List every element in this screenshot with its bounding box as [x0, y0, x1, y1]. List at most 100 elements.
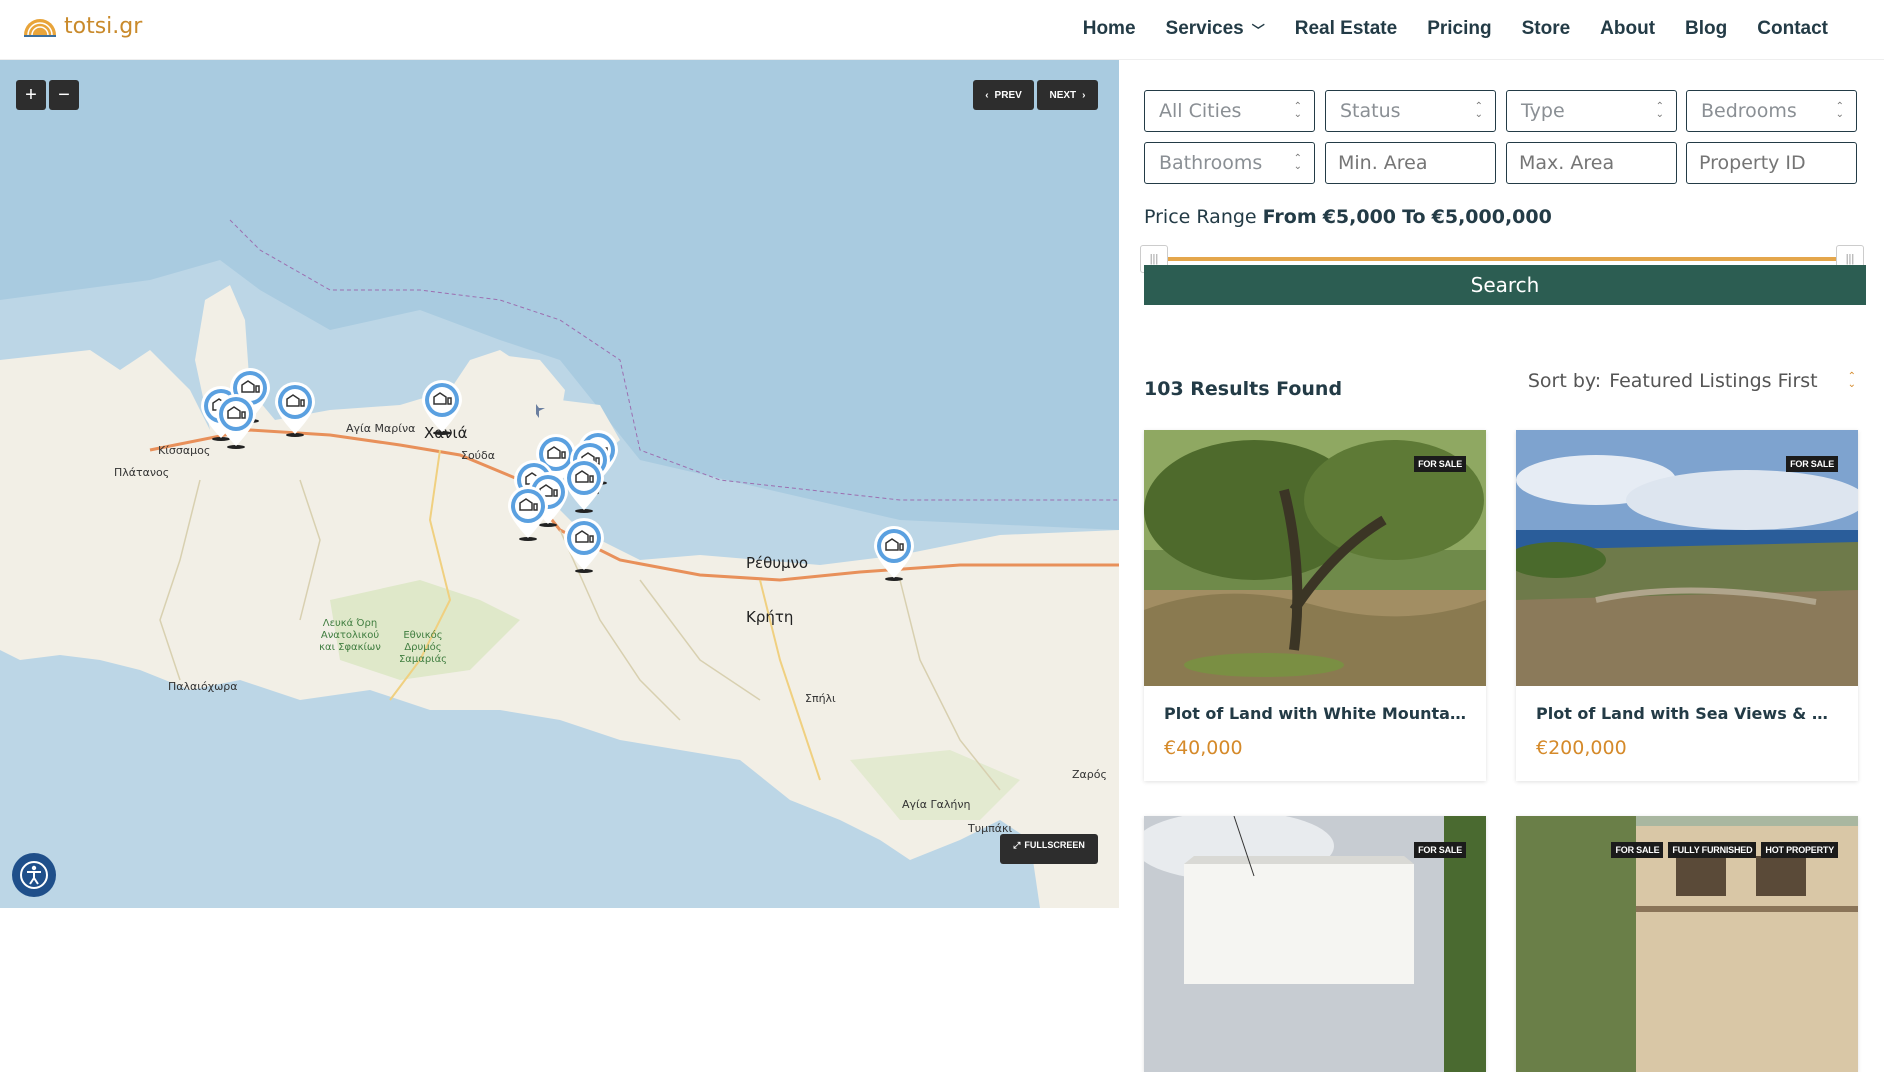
map-label-agia-marina: Αγία Μαρίνα — [346, 422, 416, 435]
select-arrows-icon: ⌃ ⌄ — [1835, 101, 1844, 120]
search-button[interactable]: Search — [1144, 265, 1866, 305]
listing-photo[interactable]: FOR SALE FULLY FURNISHED HOT PROPERTY — [1516, 816, 1858, 1072]
nav-store-label: Store — [1521, 18, 1571, 39]
listing-photo[interactable]: FOR SALE — [1144, 816, 1486, 1072]
price-from-value: €5,000 — [1322, 206, 1397, 228]
plus-icon: + — [25, 83, 37, 106]
listing-card[interactable]: FOR SALE Plot of Land with White Mountai… — [1144, 430, 1486, 781]
max-area-input-box[interactable] — [1506, 142, 1677, 184]
listing-title[interactable]: Plot of Land with White Mountain Views — [1144, 686, 1486, 723]
expand-icon: ⤢ — [1013, 840, 1021, 850]
listing-photo[interactable]: FOR SALE — [1144, 430, 1486, 686]
type-select-value: Type — [1521, 100, 1565, 122]
select-arrows-icon: ⌃ ⌄ — [1293, 101, 1302, 120]
chevron-down-icon: ﹀ — [1251, 22, 1265, 38]
map-marker[interactable] — [273, 380, 317, 438]
nav-store[interactable]: Store — [1522, 18, 1571, 40]
select-arrows-icon: ⌃ ⌄ — [1474, 101, 1483, 120]
badge-row: FOR SALE — [1786, 456, 1838, 472]
next-label: NEXT — [1049, 89, 1077, 101]
map-label-paleochora: Παλαιόχωρα — [168, 680, 238, 693]
zoom-out-button[interactable]: − — [49, 80, 79, 110]
listing-card[interactable]: FOR SALE FULLY FURNISHED HOT PROPERTY — [1516, 816, 1858, 1072]
accessibility-icon — [20, 861, 48, 889]
map-marker[interactable] — [506, 484, 550, 542]
chevron-left-icon: ‹ — [985, 89, 989, 101]
fullscreen-button[interactable]: ⤢ FULLSCREEN — [1000, 834, 1098, 864]
map-label-kriti: Κρήτη — [746, 608, 794, 626]
prev-label: PREV — [994, 89, 1022, 101]
fullscreen-label: FULLSCREEN — [1024, 840, 1085, 850]
furnished-badge: FULLY FURNISHED — [1668, 842, 1757, 858]
property-id-input[interactable] — [1699, 152, 1856, 174]
bedrooms-select-value: Bedrooms — [1701, 100, 1797, 122]
badge-row: FOR SALE FULLY FURNISHED HOT PROPERTY — [1611, 842, 1838, 858]
sunrise-logo-icon — [24, 18, 56, 37]
hot-property-badge: HOT PROPERTY — [1761, 842, 1838, 858]
nav-about[interactable]: About — [1600, 18, 1655, 40]
logo-text: totsi.gr — [64, 14, 143, 39]
map-label-spili: Σπήλι — [805, 692, 836, 705]
map-marker[interactable] — [214, 392, 258, 450]
accessibility-button[interactable] — [12, 853, 56, 897]
zoom-in-button[interactable]: + — [16, 80, 46, 110]
sort-select[interactable]: Sort by: Featured Listings First ⌃ ⌄ — [1528, 370, 1856, 392]
status-select[interactable]: Status ⌃ ⌄ — [1325, 90, 1496, 132]
bedrooms-select[interactable]: Bedrooms ⌃ ⌄ — [1686, 90, 1857, 132]
listing-card[interactable]: FOR SALE — [1144, 816, 1486, 1072]
cities-select-value: All Cities — [1159, 100, 1242, 122]
nav-home[interactable]: Home — [1083, 18, 1136, 40]
nav-pricing-label: Pricing — [1427, 18, 1492, 39]
sort-value: Featured Listings First — [1609, 370, 1818, 392]
nav-real-estate-label: Real Estate — [1294, 18, 1398, 39]
next-button[interactable]: NEXT › — [1037, 80, 1098, 110]
nav-services-label: Services — [1165, 18, 1244, 39]
map-label-national-park: Εθνικός Δρυμός Σαμαριάς — [398, 630, 448, 665]
price-slider-track[interactable] — [1152, 257, 1854, 261]
status-badge: FOR SALE — [1786, 456, 1838, 472]
property-id-input-box[interactable] — [1686, 142, 1857, 184]
property-map[interactable]: Κίσσαμος Πλάτανος Αγία Μαρίνα Χανιά Σούδ… — [0, 60, 1119, 908]
map-label-park: Λευκά Όρη Ανατολικού και Σφακίων — [319, 618, 381, 653]
min-area-input[interactable] — [1338, 152, 1495, 174]
cities-select[interactable]: All Cities ⌃ ⌄ — [1144, 90, 1315, 132]
listing-price: €40,000 — [1164, 737, 1243, 759]
bathrooms-select-value: Bathrooms — [1159, 152, 1263, 174]
map-label-agia-galini: Αγία Γαλήνη — [902, 798, 971, 811]
map-marker[interactable] — [872, 524, 916, 582]
status-badge: FOR SALE — [1414, 456, 1466, 472]
max-area-input[interactable] — [1519, 152, 1676, 174]
map-marker[interactable] — [562, 516, 606, 574]
map-marker[interactable] — [562, 456, 606, 514]
listing-photo[interactable]: FOR SALE — [1516, 430, 1858, 686]
nav-about-label: About — [1600, 18, 1656, 39]
status-badge: FOR SALE — [1611, 842, 1664, 858]
search-panel: All Cities ⌃ ⌄ Status ⌃ ⌄ Type ⌃ ⌄ Bedrooms ⌃ ⌄ … — [1120, 60, 1884, 1072]
nav-real-estate[interactable]: Real Estate — [1295, 18, 1397, 40]
nav-home-label: Home — [1082, 18, 1136, 39]
nav-services[interactable]: Services ﹀ — [1166, 18, 1265, 40]
status-select-value: Status — [1340, 100, 1401, 122]
nav-contact-label: Contact — [1757, 18, 1828, 39]
nav-blog-label: Blog — [1685, 18, 1728, 39]
prev-button[interactable]: ‹ PREV — [973, 80, 1034, 110]
bathrooms-select[interactable]: Bathrooms ⌃ ⌄ — [1144, 142, 1315, 184]
listing-title[interactable]: Plot of Land with Sea Views & Building P… — [1516, 686, 1858, 723]
nav-contact[interactable]: Contact — [1757, 18, 1828, 40]
map-marker[interactable] — [420, 378, 464, 436]
listing-card[interactable]: FOR SALE Plot of Land with Sea Views & B… — [1516, 430, 1858, 781]
nav-blog[interactable]: Blog — [1685, 18, 1727, 40]
sort-label: Sort by: — [1527, 370, 1602, 392]
map-label-platanos: Πλάτανος — [114, 466, 170, 479]
map-label-zaros: Ζαρός — [1072, 768, 1107, 781]
type-select[interactable]: Type ⌃ ⌄ — [1506, 90, 1677, 132]
price-range-label: Price Range From €5,000 To €5,000,000 — [1144, 206, 1552, 228]
chevron-right-icon: › — [1082, 89, 1086, 101]
nav-pricing[interactable]: Pricing — [1427, 18, 1491, 40]
map-label-kissamos: Κίσσαμος — [158, 444, 211, 457]
logo[interactable]: totsi.gr — [22, 14, 142, 39]
listing-price: €200,000 — [1536, 737, 1627, 759]
min-area-input-box[interactable] — [1325, 142, 1496, 184]
map-label-souda: Σούδα — [461, 449, 496, 462]
badge-row: FOR SALE — [1414, 842, 1466, 858]
